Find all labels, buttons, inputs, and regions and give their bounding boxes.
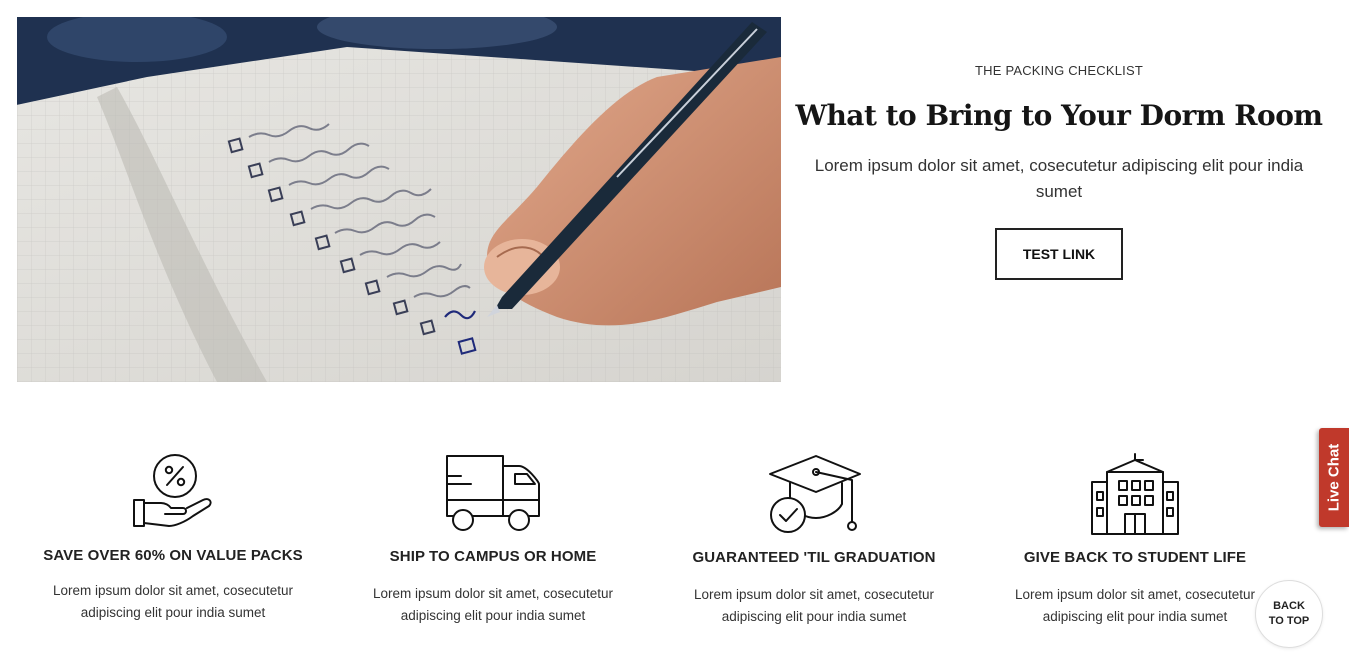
feature-title: GIVE BACK TO STUDENT LIFE — [1023, 549, 1247, 566]
school-building-icon — [1091, 453, 1179, 535]
feature-description: Lorem ipsum dolor sit amet, cosecutetur … — [693, 587, 935, 624]
back-to-top-button[interactable]: BACK TO TOP — [1255, 580, 1323, 648]
hero-eyebrow: THE PACKING CHECKLIST — [975, 63, 1143, 78]
feature-description: Lorem ipsum dolor sit amet, cosecutetur … — [52, 583, 294, 620]
feature-value-packs: SAVE OVER 60% ON VALUE PACKS Lorem ipsum… — [23, 450, 323, 624]
feature-shipping: SHIP TO CAMPUS OR HOME Lorem ipsum dolor… — [343, 452, 643, 627]
feature-guarantee: GUARANTEED 'TIL GRADUATION Lorem ipsum d… — [664, 452, 964, 628]
feature-description: Lorem ipsum dolor sit amet, cosecutetur … — [372, 586, 614, 623]
feature-title: SAVE OVER 60% ON VALUE PACKS — [43, 547, 303, 564]
feature-title: SHIP TO CAMPUS OR HOME — [389, 548, 597, 565]
back-to-top-label: BACK TO TOP — [1268, 600, 1310, 627]
graduation-cap-icon — [769, 455, 861, 533]
hero-image — [17, 17, 781, 382]
hero-description: Lorem ipsum dolor sit amet, cosecutetur … — [814, 156, 1304, 201]
notebook-checklist-photo — [17, 17, 781, 382]
live-chat-tab[interactable]: Live Chat — [1319, 428, 1349, 527]
feature-title: GUARANTEED 'TIL GRADUATION — [692, 549, 936, 566]
percent-hand-icon — [133, 454, 212, 527]
hero-title: What to Bring to Your Dorm Room — [795, 99, 1324, 132]
delivery-truck-icon — [446, 455, 540, 531]
feature-description: Lorem ipsum dolor sit amet, cosecutetur … — [1014, 587, 1256, 624]
feature-give-back: GIVE BACK TO STUDENT LIFE Lorem ipsum do… — [985, 452, 1285, 628]
hero-text-block: THE PACKING CHECKLIST What to Bring to Y… — [781, 17, 1337, 382]
live-chat-label: Live Chat — [1325, 443, 1343, 512]
test-link-button[interactable]: TEST LINK — [995, 228, 1123, 280]
